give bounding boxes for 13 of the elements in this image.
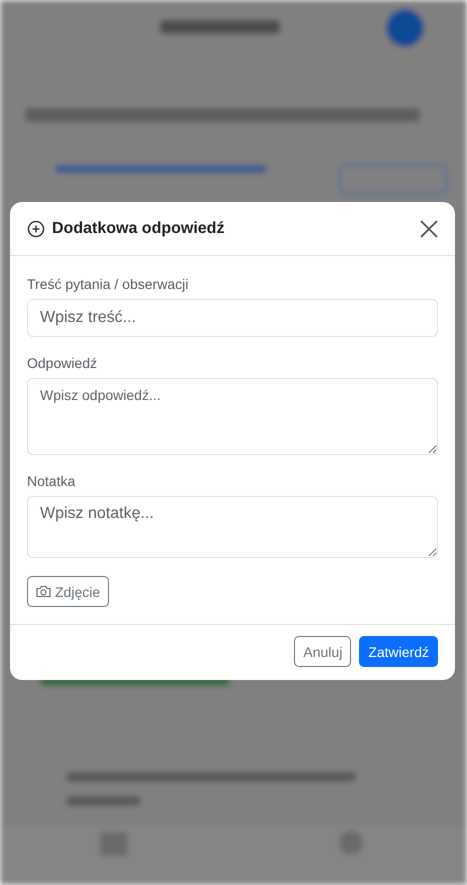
cancel-button[interactable]: Anuluj bbox=[294, 636, 352, 667]
field-label: Treść pytania / obserwacji bbox=[27, 276, 190, 292]
confirm-button[interactable]: Zatwierdź bbox=[359, 636, 438, 667]
text-field[interactable]: Wpisz treść... bbox=[27, 299, 438, 337]
text-area[interactable]: Wpisz notatkę... bbox=[27, 496, 438, 558]
field-label: Odpowiedź bbox=[27, 355, 98, 371]
plus-circle-icon bbox=[27, 220, 45, 238]
text-area[interactable]: Wpisz odpowiedź... bbox=[27, 378, 438, 455]
dialog-title: Dodatkowa odpowiedź bbox=[52, 220, 226, 238]
photo-button[interactable]: Zdjęcie bbox=[27, 576, 110, 607]
field-label: Notatka bbox=[27, 473, 76, 489]
close-button[interactable] bbox=[420, 220, 438, 238]
camera-icon bbox=[36, 585, 51, 598]
